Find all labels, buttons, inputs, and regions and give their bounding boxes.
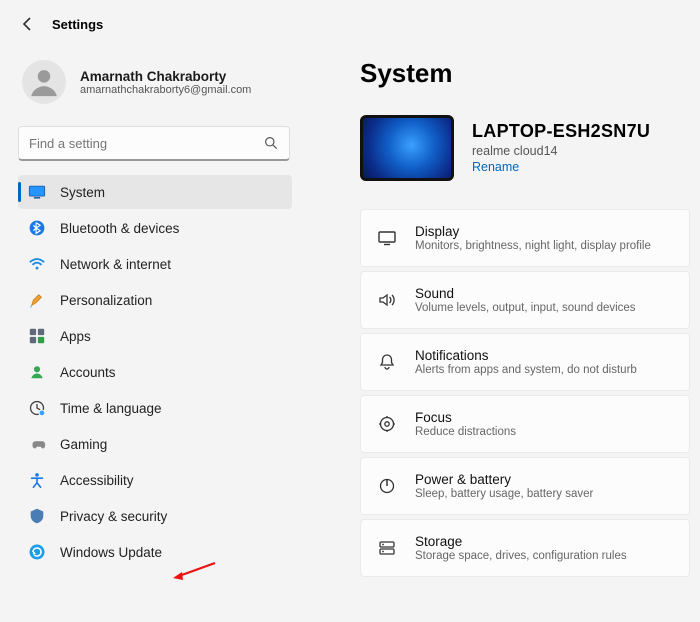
avatar xyxy=(22,60,66,104)
card-display[interactable]: Display Monitors, brightness, night ligh… xyxy=(360,209,690,267)
nav-label: Bluetooth & devices xyxy=(60,221,179,236)
card-subtitle: Monitors, brightness, night light, displ… xyxy=(415,240,651,252)
card-title: Sound xyxy=(415,286,636,301)
card-notifications[interactable]: Notifications Alerts from apps and syste… xyxy=(360,333,690,391)
update-icon xyxy=(28,543,46,561)
device-name: LAPTOP-ESH2SN7U xyxy=(472,121,650,142)
nav-label: Accounts xyxy=(60,365,116,380)
sidebar: Amarnath Chakraborty amarnathchakraborty… xyxy=(0,44,300,579)
nav-label: Privacy & security xyxy=(60,509,167,524)
page-title: System xyxy=(360,58,690,89)
display-icon xyxy=(377,228,397,248)
profile-block[interactable]: Amarnath Chakraborty amarnathchakraborty… xyxy=(18,54,292,120)
card-storage[interactable]: Storage Storage space, drives, configura… xyxy=(360,519,690,577)
card-power-battery[interactable]: Power & battery Sleep, battery usage, ba… xyxy=(360,457,690,515)
clock-icon xyxy=(28,399,46,417)
search-input[interactable] xyxy=(29,136,263,151)
nav-item-personalization[interactable]: Personalization xyxy=(18,283,292,317)
main-content: System LAPTOP-ESH2SN7U realme cloud14 Re… xyxy=(300,44,700,579)
nav-label: Personalization xyxy=(60,293,152,308)
nav-label: Apps xyxy=(60,329,91,344)
nav-item-gaming[interactable]: Gaming xyxy=(18,427,292,461)
focus-icon xyxy=(377,414,397,434)
profile-email: amarnathchakraborty6@gmail.com xyxy=(80,84,251,96)
search-icon xyxy=(263,135,279,151)
card-subtitle: Volume levels, output, input, sound devi… xyxy=(415,302,636,314)
device-image xyxy=(360,115,454,181)
nav-label: System xyxy=(60,185,105,200)
profile-name: Amarnath Chakraborty xyxy=(80,69,251,84)
back-button[interactable] xyxy=(18,14,38,34)
nav-item-network[interactable]: Network & internet xyxy=(18,247,292,281)
card-title: Focus xyxy=(415,410,516,425)
nav-label: Network & internet xyxy=(60,257,171,272)
card-title: Notifications xyxy=(415,348,637,363)
device-block: LAPTOP-ESH2SN7U realme cloud14 Rename xyxy=(360,115,690,181)
card-title: Power & battery xyxy=(415,472,593,487)
arrow-left-icon xyxy=(20,16,36,32)
card-focus[interactable]: Focus Reduce distractions xyxy=(360,395,690,453)
card-title: Display xyxy=(415,224,651,239)
bluetooth-icon xyxy=(28,219,46,237)
card-subtitle: Storage space, drives, configuration rul… xyxy=(415,550,627,562)
card-title: Storage xyxy=(415,534,627,549)
nav-label: Time & language xyxy=(60,401,162,416)
user-icon xyxy=(27,65,61,99)
nav-item-system[interactable]: System xyxy=(18,175,292,209)
sound-icon xyxy=(377,290,397,310)
card-subtitle: Alerts from apps and system, do not dist… xyxy=(415,364,637,376)
shield-icon xyxy=(28,507,46,525)
card-subtitle: Reduce distractions xyxy=(415,426,516,438)
power-icon xyxy=(377,476,397,496)
settings-cards: Display Monitors, brightness, night ligh… xyxy=(360,209,690,577)
nav-item-windows-update[interactable]: Windows Update xyxy=(18,535,292,569)
system-icon xyxy=(28,183,46,201)
wifi-icon xyxy=(28,255,46,273)
nav-label: Windows Update xyxy=(60,545,162,560)
card-sound[interactable]: Sound Volume levels, output, input, soun… xyxy=(360,271,690,329)
rename-link[interactable]: Rename xyxy=(472,160,519,174)
card-subtitle: Sleep, battery usage, battery saver xyxy=(415,488,593,500)
nav-list: System Bluetooth & devices Network & int… xyxy=(18,175,292,569)
apps-icon xyxy=(28,327,46,345)
bell-icon xyxy=(377,352,397,372)
storage-icon xyxy=(377,538,397,558)
device-model: realme cloud14 xyxy=(472,144,650,158)
nav-item-apps[interactable]: Apps xyxy=(18,319,292,353)
gaming-icon xyxy=(28,435,46,453)
search-box[interactable] xyxy=(18,126,290,161)
nav-item-accessibility[interactable]: Accessibility xyxy=(18,463,292,497)
nav-item-time-language[interactable]: Time & language xyxy=(18,391,292,425)
nav-label: Accessibility xyxy=(60,473,134,488)
accounts-icon xyxy=(28,363,46,381)
app-title: Settings xyxy=(52,17,103,32)
nav-item-accounts[interactable]: Accounts xyxy=(18,355,292,389)
nav-item-bluetooth[interactable]: Bluetooth & devices xyxy=(18,211,292,245)
nav-label: Gaming xyxy=(60,437,107,452)
paintbrush-icon xyxy=(28,291,46,309)
nav-item-privacy-security[interactable]: Privacy & security xyxy=(18,499,292,533)
accessibility-icon xyxy=(28,471,46,489)
